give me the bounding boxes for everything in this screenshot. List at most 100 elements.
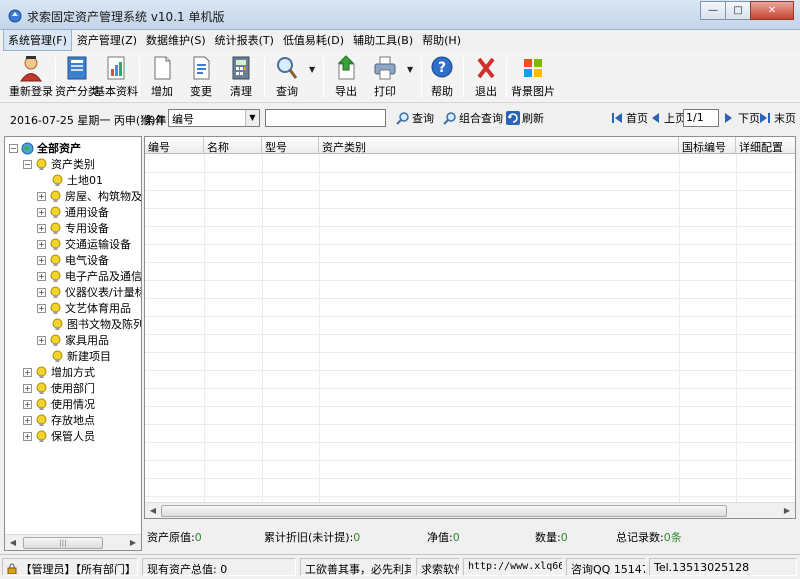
column-header-config[interactable]: 详细配置 — [736, 137, 795, 154]
expand-icon[interactable]: + — [23, 399, 32, 409]
condition-select[interactable]: 编号 ▼ — [168, 109, 260, 127]
collapse-icon[interactable]: − — [9, 143, 18, 153]
clean-button[interactable]: 清理 — [224, 51, 258, 101]
expand-icon[interactable]: + — [23, 383, 32, 393]
bulb-icon — [50, 334, 61, 346]
query-dropdown-icon[interactable]: ▼ — [309, 65, 315, 74]
menu-tools[interactable]: 辅助工具(B) — [349, 30, 417, 50]
first-page-button[interactable]: 首页 — [610, 110, 648, 126]
help-button[interactable]: ? 帮助 — [427, 51, 457, 101]
tree-asset-class[interactable]: − 资产类别 — [23, 156, 95, 172]
expand-icon[interactable]: + — [37, 335, 46, 345]
scroll-right-icon[interactable]: ▶ — [779, 503, 795, 518]
expand-icon[interactable]: + — [23, 415, 32, 425]
column-header-category[interactable]: 资产类别 — [319, 137, 679, 154]
column-header-gb-code[interactable]: 国标编号 — [679, 137, 736, 154]
column-header-model[interactable]: 型号 — [262, 137, 319, 154]
combo-query-button[interactable]: 组合查询 — [443, 110, 503, 126]
tree-usage[interactable]: + 使用情况 — [23, 396, 95, 412]
tree-item[interactable]: 图书文物及陈列品 — [51, 316, 141, 332]
scroll-left-icon[interactable]: ◀ — [145, 503, 161, 518]
scroll-thumb[interactable]: ||| — [23, 537, 103, 549]
print-dropdown-icon[interactable]: ▼ — [407, 65, 413, 74]
tree-item[interactable]: + 通用设备 — [37, 204, 109, 220]
expand-icon[interactable]: + — [37, 255, 46, 265]
asset-class-button[interactable]: 资产分类 — [55, 51, 99, 101]
menu-consumable[interactable]: 低值易耗(D) — [279, 30, 348, 50]
bulb-icon — [50, 286, 61, 298]
status-website-link[interactable]: http://www.xlq668.com — [463, 558, 563, 576]
bulb-icon — [36, 414, 47, 426]
lock-icon — [7, 563, 17, 575]
scroll-right-icon[interactable]: ▶ — [125, 535, 141, 550]
relogin-button[interactable]: 重新登录 — [9, 51, 53, 101]
expand-icon[interactable]: + — [37, 207, 46, 217]
column-header-code[interactable]: 编号 — [145, 137, 204, 154]
search-input[interactable] — [265, 109, 386, 127]
grid-row-line — [145, 316, 795, 317]
maximize-button[interactable]: □ — [725, 1, 751, 20]
tree-item[interactable]: + 交通运输设备 — [37, 236, 131, 252]
chevron-down-icon: ▼ — [245, 110, 259, 126]
tree-item[interactable]: 土地01 — [51, 172, 103, 188]
last-page-button[interactable]: 末页 — [758, 110, 796, 126]
query-button[interactable]: 查询 — [270, 51, 304, 101]
menu-report[interactable]: 统计报表(T) — [211, 30, 278, 50]
expand-icon[interactable]: + — [23, 367, 32, 377]
page-input[interactable]: 1/1 — [683, 109, 719, 127]
print-button[interactable]: 打印 — [368, 51, 402, 101]
expand-icon[interactable]: + — [23, 431, 32, 441]
menu-data[interactable]: 数据维护(S) — [142, 30, 210, 50]
menu-system[interactable]: 系统管理(F) — [3, 29, 72, 51]
tree-item[interactable]: + 文艺体育用品 — [37, 300, 131, 316]
close-button[interactable]: ✕ — [750, 1, 794, 20]
exit-button[interactable]: 退出 — [471, 51, 501, 101]
bulb-icon — [50, 270, 61, 282]
tree-hscrollbar[interactable]: ◀ ||| ▶ — [5, 534, 141, 550]
column-header-name[interactable]: 名称 — [204, 137, 262, 154]
expand-icon[interactable]: + — [37, 223, 46, 233]
bulb-icon — [36, 366, 47, 378]
scroll-thumb[interactable] — [161, 505, 727, 517]
bulb-icon — [50, 190, 61, 202]
expand-icon[interactable]: + — [37, 271, 46, 281]
search-button[interactable]: 查询 — [396, 110, 434, 126]
tree-item[interactable]: + 电气设备 — [37, 252, 109, 268]
status-vendor: 求索软件 — [416, 558, 460, 576]
menu-bar: 系统管理(F) 资产管理(Z) 数据维护(S) 统计报表(T) 低值易耗(D) … — [0, 29, 800, 51]
scroll-left-icon[interactable]: ◀ — [5, 535, 21, 550]
expand-icon[interactable]: + — [37, 191, 46, 201]
grid-row-line — [145, 478, 795, 479]
tree-add-method[interactable]: + 增加方式 — [23, 364, 95, 380]
expand-icon[interactable]: + — [37, 239, 46, 249]
expand-icon[interactable]: + — [37, 303, 46, 313]
refresh-button[interactable]: 刷新 — [506, 110, 544, 126]
grid-row-line — [145, 298, 795, 299]
tree-item[interactable]: + 家具用品 — [37, 332, 109, 348]
menu-help[interactable]: 帮助(H) — [418, 30, 465, 50]
tree-department[interactable]: + 使用部门 — [23, 380, 95, 396]
tree-location[interactable]: + 存放地点 — [23, 412, 95, 428]
grid-hscrollbar[interactable]: ◀ ▶ — [145, 502, 795, 518]
first-page-icon — [612, 113, 622, 123]
tree-item[interactable]: + 房屋、构筑物及附属 — [37, 188, 141, 204]
basic-data-button[interactable]: 基本资料 — [94, 51, 138, 101]
collapse-icon[interactable]: − — [23, 159, 32, 169]
next-page-button[interactable]: 下页 — [722, 110, 760, 126]
tree-item[interactable]: + 专用设备 — [37, 220, 109, 236]
tree-item[interactable]: + 电子产品及通信设备 — [37, 268, 141, 284]
asset-grid: 编号 名称 型号 资产类别 国标编号 详细配置 ◀ ▶ — [144, 136, 796, 519]
export-button[interactable]: 导出 — [329, 51, 363, 101]
tree-item[interactable]: 新建项目 — [51, 348, 111, 364]
minimize-button[interactable]: — — [700, 1, 726, 20]
prev-page-button[interactable]: 上页 — [648, 110, 686, 126]
add-button[interactable]: 增加 — [145, 51, 179, 101]
menu-asset[interactable]: 资产管理(Z) — [73, 30, 141, 50]
tree-root[interactable]: − 全部资产 — [9, 140, 81, 156]
tree-item[interactable]: + 仪器仪表/计量标准 — [37, 284, 141, 300]
expand-icon[interactable]: + — [37, 287, 46, 297]
change-button[interactable]: 变更 — [184, 51, 218, 101]
bg-image-button[interactable]: 背景图片 — [511, 51, 555, 101]
last-page-icon — [760, 113, 770, 123]
tree-keeper[interactable]: + 保管人员 — [23, 428, 95, 444]
